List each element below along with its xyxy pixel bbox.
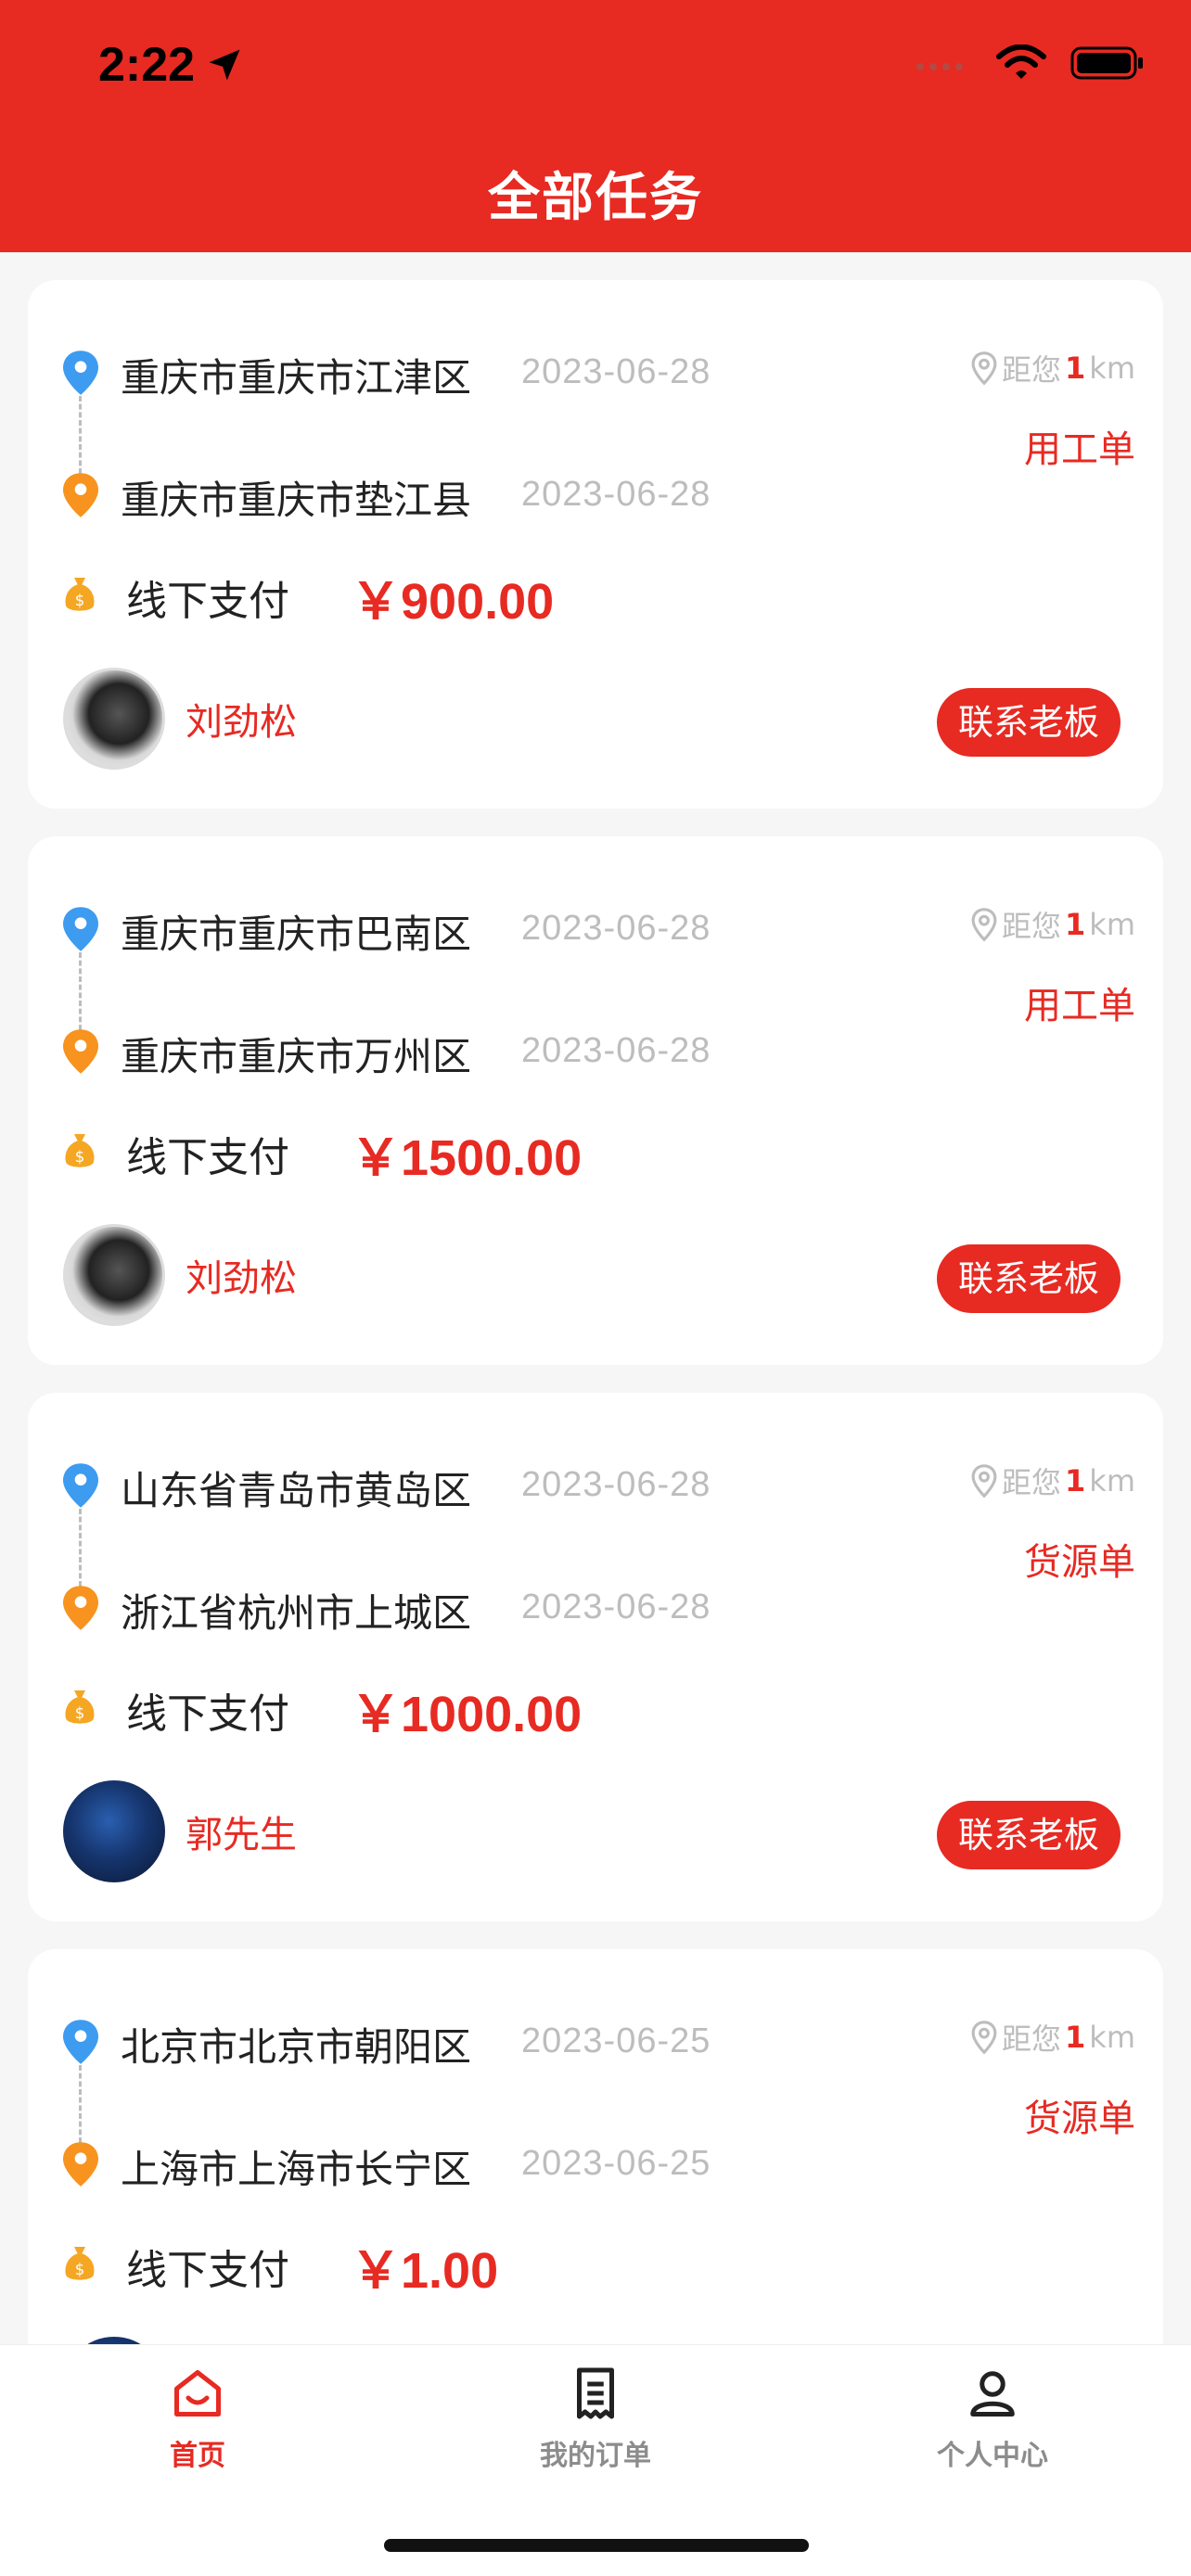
location-outline-icon: [971, 908, 997, 942]
price: ￥1000.00: [351, 1687, 583, 1742]
origin-pin-icon: [63, 907, 98, 951]
tab-profile[interactable]: 个人中心: [881, 2366, 1104, 2473]
money-bag-icon: $: [65, 2247, 95, 2280]
origin-address: 重庆市重庆市巴南区: [121, 912, 472, 957]
payment-method: 线下支付: [126, 578, 289, 625]
route-line: [79, 2065, 82, 2143]
task-card[interactable]: 重庆市重庆市江津区 2023-06-28 重庆市重庆市垫江县 2023-06-2…: [28, 280, 1163, 809]
destination-date: 2023-06-25: [521, 2144, 711, 2183]
task-card[interactable]: 重庆市重庆市巴南区 2023-06-28 重庆市重庆市万州区 2023-06-2…: [28, 836, 1163, 1365]
task-card[interactable]: 山东省青岛市黄岛区 2023-06-28 浙江省杭州市上城区 2023-06-2…: [28, 1393, 1163, 1921]
distance-unit: km: [1089, 1463, 1135, 1498]
location-outline-icon: [971, 351, 997, 386]
location-outline-icon: [971, 1464, 997, 1498]
order-type: 用工单: [1024, 428, 1135, 471]
publisher-name: 刘劲松: [186, 1257, 297, 1300]
location-arrow-icon: [209, 49, 240, 81]
route-line: [79, 396, 82, 474]
distance-info: 距您 1 km: [970, 347, 1135, 389]
battery-icon: [1070, 46, 1143, 80]
order-type: 货源单: [1024, 1541, 1135, 1584]
distance-prefix: 距您: [1002, 352, 1062, 388]
payment-method: 线下支付: [126, 2247, 289, 2294]
tab-label: 个人中心: [937, 2440, 1048, 2472]
time-text: 2:22: [98, 38, 196, 92]
origin-pin-icon: [63, 351, 98, 395]
tab-label: 我的订单: [540, 2440, 651, 2472]
distance-prefix: 距您: [1002, 1465, 1062, 1500]
home-indicator: [384, 2539, 809, 2552]
receipt-icon: [577, 2367, 614, 2419]
location-outline-icon: [971, 2021, 997, 2055]
status-bar-indicators: [915, 45, 1145, 82]
origin-date: 2023-06-28: [521, 1465, 711, 1504]
order-type: 货源单: [1024, 2098, 1135, 2140]
money-bag-icon: $: [65, 1134, 95, 1167]
price: ￥900.00: [351, 574, 555, 630]
distance-info: 距您 1 km: [970, 903, 1135, 946]
distance-value: 1: [1065, 2020, 1086, 2055]
svg-text:$: $: [75, 1704, 85, 1722]
destination-address: 重庆市重庆市万州区: [121, 1034, 472, 1079]
distance-unit: km: [1089, 351, 1135, 386]
publisher-name: 郭先生: [186, 1814, 297, 1856]
destination-address: 浙江省杭州市上城区: [121, 1590, 472, 1636]
contact-boss-button[interactable]: 联系老板: [937, 1244, 1121, 1313]
svg-text:$: $: [75, 1148, 85, 1166]
contact-boss-button[interactable]: 联系老板: [937, 688, 1121, 757]
distance-info: 距您 1 km: [970, 2016, 1135, 2059]
app-header: 2:22 全部任务: [0, 0, 1191, 252]
payment-method: 线下支付: [126, 1134, 289, 1181]
origin-date: 2023-06-25: [521, 2021, 711, 2060]
destination-date: 2023-06-28: [521, 475, 711, 514]
avatar[interactable]: [63, 1224, 165, 1326]
destination-date: 2023-06-28: [521, 1031, 711, 1070]
svg-text:$: $: [75, 2261, 85, 2278]
destination-pin-icon: [63, 1029, 98, 1074]
destination-date: 2023-06-28: [521, 1588, 711, 1626]
home-icon: [174, 2370, 221, 2417]
destination-pin-icon: [63, 1586, 98, 1630]
origin-address: 重庆市重庆市江津区: [121, 355, 472, 401]
origin-pin-icon: [63, 1463, 98, 1508]
person-icon: [970, 2371, 1015, 2417]
tab-home[interactable]: 首页: [86, 2366, 309, 2473]
page-title: 全部任务: [488, 168, 703, 228]
distance-info: 距您 1 km: [970, 1460, 1135, 1502]
tab-my-orders[interactable]: 我的订单: [484, 2366, 707, 2473]
distance-value: 1: [1065, 1463, 1086, 1498]
distance-unit: km: [1089, 907, 1135, 942]
destination-address: 上海市上海市长宁区: [121, 2147, 472, 2192]
price: ￥1500.00: [351, 1130, 583, 1186]
order-type: 用工单: [1024, 985, 1135, 1027]
distance-value: 1: [1065, 351, 1086, 386]
price: ￥1.00: [351, 2243, 499, 2299]
money-bag-icon: $: [65, 1690, 95, 1724]
destination-pin-icon: [63, 2142, 98, 2187]
contact-boss-button[interactable]: 联系老板: [937, 1801, 1121, 1869]
status-bar-time: 2:22: [98, 37, 245, 93]
distance-prefix: 距您: [1002, 909, 1062, 944]
avatar[interactable]: [63, 1780, 165, 1882]
avatar[interactable]: [63, 668, 165, 770]
tab-label: 首页: [170, 2440, 225, 2472]
money-bag-icon: $: [65, 578, 95, 611]
destination-pin-icon: [63, 473, 98, 517]
distance-prefix: 距您: [1002, 2021, 1062, 2057]
distance-unit: km: [1089, 2020, 1135, 2055]
origin-date: 2023-06-28: [521, 352, 711, 391]
route-line: [79, 952, 82, 1030]
wifi-icon: [996, 45, 1046, 79]
origin-date: 2023-06-28: [521, 909, 711, 948]
origin-address: 北京市北京市朝阳区: [121, 2024, 472, 2070]
svg-text:$: $: [75, 592, 85, 609]
distance-value: 1: [1065, 907, 1086, 942]
route-line: [79, 1509, 82, 1587]
publisher-name: 刘劲松: [186, 701, 297, 744]
origin-address: 山东省青岛市黄岛区: [121, 1468, 472, 1513]
payment-method: 线下支付: [126, 1690, 289, 1738]
destination-address: 重庆市重庆市垫江县: [121, 478, 472, 523]
origin-pin-icon: [63, 2020, 98, 2064]
signal-icon: [916, 63, 963, 70]
